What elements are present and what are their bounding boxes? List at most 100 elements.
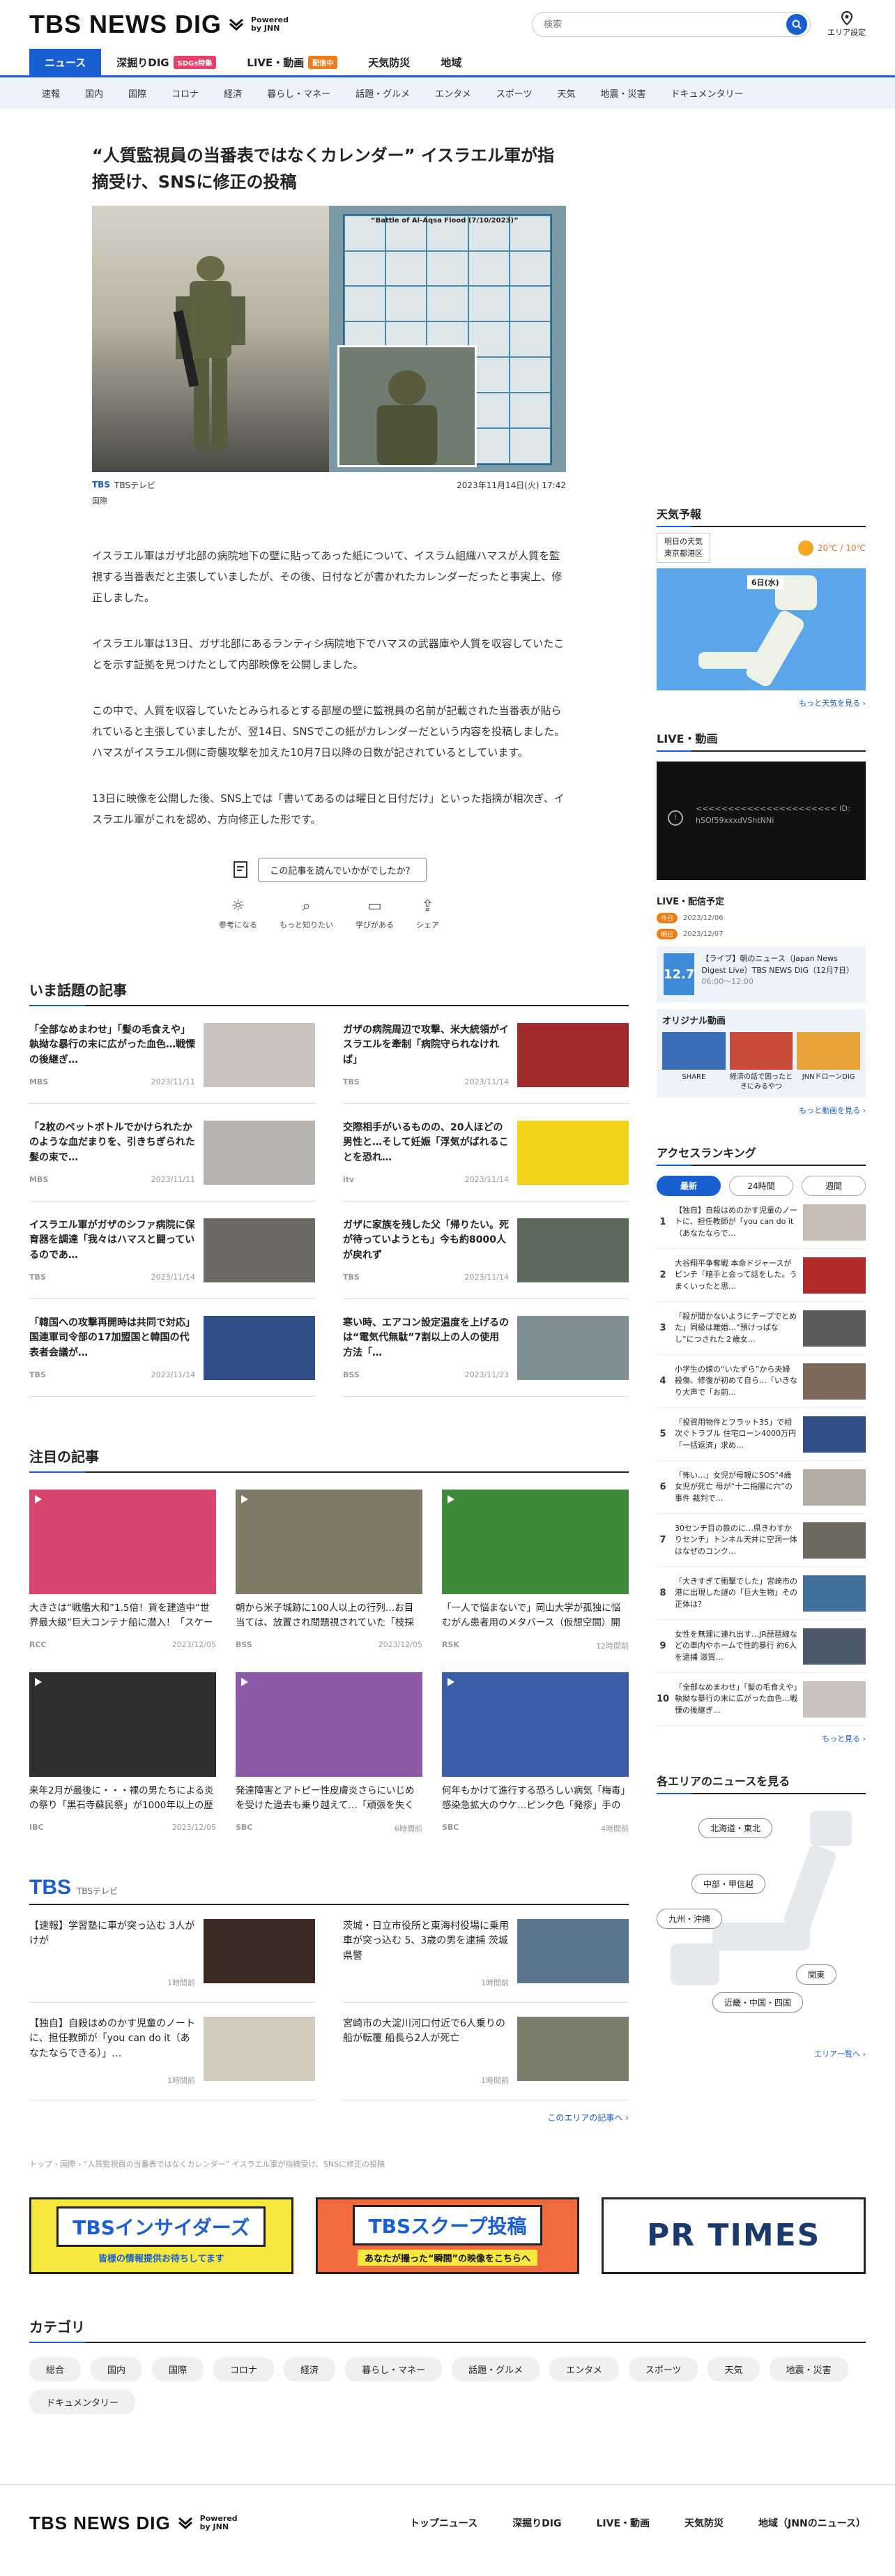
hot-article[interactable]: 「2枚のペットボトルでかけられたかのような血だまりを、引きちぎられた髪の束で… … [29, 1104, 315, 1202]
gnav-region[interactable]: 地域 [425, 49, 477, 75]
video-player[interactable]: ! <<<<<<<<<<<<<<<<<<<<<< ID: hSOf59xxxdV… [657, 762, 866, 880]
tbs-article[interactable]: 【速報】学習塾に車が突っ込む 3人がけが 1時間前 [29, 1905, 315, 2003]
feedback-more[interactable]: ⌕ もっと知りたい [280, 897, 333, 930]
gnav-weather[interactable]: 天気防災 [353, 49, 425, 75]
hot-article[interactable]: 「全部なめまわせ」「髪の毛食えや」執拗な暴行の末に広がった血色…戦慄の後継ぎ… … [29, 1006, 315, 1104]
featured-card[interactable]: 来年2月が最後に・・・裸の男たちによる炎の祭り「黒石寺蘇民祭」が1000年以上の… [29, 1672, 216, 1834]
prtimes-banner[interactable]: PR TIMES [602, 2197, 866, 2274]
feedback-helpful[interactable]: ☼ 参考になる [219, 897, 257, 930]
tbs-more-link[interactable]: このエリアの記事へ › [29, 2112, 629, 2123]
area-kanto[interactable]: 関東 [796, 1964, 837, 1985]
area-map: 北海道・東北 中部・甲信越 九州・沖縄 関東 近畿・中国・四国 [657, 1804, 866, 2041]
weather-area[interactable]: 明日の天気 東京都港区 [657, 533, 710, 563]
subnav-item[interactable]: 天気 [544, 86, 588, 100]
ranking-item[interactable]: 1 【独自】自殺はめのかす児童のノートに、担任教師が「you can do it… [657, 1196, 866, 1249]
ranking-item[interactable]: 4 小学生の娘の“いたずら”から夫婦殺傷、修復が初めて自ら…「いきなり大声で「お… [657, 1355, 866, 1408]
category-chip[interactable]: 国内 [91, 2356, 143, 2381]
subnav-item[interactable]: 話題・グルメ [343, 86, 422, 100]
subnav-item[interactable]: スポーツ [484, 86, 545, 100]
category-chip[interactable]: 地震・災害 [769, 2356, 848, 2381]
area-setting-button[interactable]: エリア設定 [827, 11, 866, 38]
ranking-item[interactable]: 2 大谷翔平争奪戦 本命ドジャースがピンチ「暗手と会って話をした。うまくいったと… [657, 1249, 866, 1302]
ranking-item[interactable]: 6 「怖い…」女児が母親にSOS“4歳女児が死亡 母が“十二指腸に穴”の事件 裁… [657, 1461, 866, 1514]
original-video[interactable]: 経済の話で困ったときにみるやつ [729, 1032, 793, 1092]
ranking-item[interactable]: 9 女性を無理に連れ出す…JR琵琶線などの車内やホームで性的暴行 約6人を逮捕 … [657, 1620, 866, 1673]
search-button[interactable] [786, 14, 807, 35]
area-hokkaido-tohoku[interactable]: 北海道・東北 [698, 1818, 773, 1838]
original-video[interactable]: SHARE [662, 1032, 726, 1092]
ranking-item[interactable]: 7 30センチ目の鉄のに…県きわすかりセンチ」トンネル天井に空洞一体はなぜのコン… [657, 1514, 866, 1567]
rank-thumbnail [803, 1257, 866, 1294]
subnav-item[interactable]: エンタメ [422, 86, 484, 100]
featured-card[interactable]: 朝から米子城跡に100人以上の行列…お目当ては、放置され問題視されていた「枝採木… [236, 1489, 422, 1651]
category-chip[interactable]: 経済 [284, 2356, 336, 2381]
category-chip[interactable]: エンタメ [549, 2356, 619, 2381]
featured-card[interactable]: 何年もかけて進行する恐ろしい病気「梅毒」感染急拡大のウケ…ピンク色「発疹」手のひ… [442, 1672, 629, 1834]
article-genre[interactable]: 国際 [92, 495, 566, 506]
subnav-item[interactable]: 速報 [29, 86, 72, 100]
subnav-item[interactable]: 国内 [72, 86, 116, 100]
weather-map[interactable]: 6日(水) [657, 568, 866, 690]
subnav-item[interactable]: 暮らし・マネー [254, 86, 343, 100]
category-chip[interactable]: スポーツ [628, 2356, 698, 2381]
tbs-article[interactable]: 茨城・日立市役所と東海村役場に乗用車が突っ込む 5、3歳の男を逮捕 茨城県警 1… [343, 1905, 629, 2003]
ranking-item[interactable]: 8 「大きすぎて衝撃でした」宮崎市の港に出現した謎の「巨大生物」その正体は？ [657, 1567, 866, 1620]
featured-card[interactable]: 大きさは“戦艦大和”1.5倍！貨を建造中“世界最大級”巨大コンテナ船に潜入！「ス… [29, 1489, 216, 1651]
area-kyushu[interactable]: 九州・沖縄 [657, 1909, 723, 1929]
gnav-news[interactable]: ニュース [29, 49, 102, 75]
footer-nav-item[interactable]: LIVE・動画 [597, 2516, 650, 2530]
gnav-deep-dig[interactable]: 深掘りDIG SDGs特集 [101, 49, 231, 75]
footer-nav-item[interactable]: トップニュース [410, 2516, 477, 2530]
featured-card[interactable]: 「一人で悩まないで」岡山大学が孤独に悩むがん患者用のメタバース（仮想空間）開発 … [442, 1489, 629, 1651]
book-icon: ▭ [367, 897, 382, 915]
category-chip[interactable]: 天気 [707, 2356, 760, 2381]
site-logo[interactable]: TBS NEWS DIG Powered by JNN [29, 10, 289, 39]
ranking-item[interactable]: 5 「投資用物件とフラット35」で相次ぐトラブル 住宅ローン4000万円「一括返… [657, 1408, 866, 1461]
footer-logo[interactable]: TBS NEWS DIG Powered by JNN [29, 2513, 238, 2534]
rank-tab-weekly[interactable]: 週間 [802, 1176, 866, 1196]
footer-nav-item[interactable]: 深掘りDIG [512, 2516, 561, 2530]
insiders-banner[interactable]: TBSインサイダーズ 皆様の情報提供お待ちしてます [29, 2197, 293, 2274]
tbs-article[interactable]: 宮崎市の大淀川河口付近で6人乗りの船が転覆 船長ら2人が死亡 1時間前 [343, 2003, 629, 2100]
category-chip[interactable]: 総合 [29, 2356, 82, 2381]
area-more-link[interactable]: エリア一覧へ › [657, 2048, 866, 2059]
subnav-item[interactable]: 国際 [116, 86, 159, 100]
hot-article[interactable]: 寒い時、エアコン設定温度を上げるのは“電気代無駄”7割以上の人の使用方法「… B… [343, 1299, 629, 1397]
category-chip[interactable]: ドキュメンタリー [29, 2389, 136, 2414]
hot-article[interactable]: 交際相手がいるものの、20人ほどの男性と…そして妊娠「浮気がばれることを恐れ… … [343, 1104, 629, 1202]
footer-nav-item[interactable]: 地域（JNNのニュース） [758, 2516, 866, 2530]
ranking-item[interactable]: 10 「全部なめまわせ」「髪の毛食えや」執拗な暴行の末に広がった血色…戦慄の後継… [657, 1673, 866, 1726]
subnav-item[interactable]: 地震・災害 [588, 86, 659, 100]
weather-more-link[interactable]: もっと天気を見る › [657, 697, 866, 709]
category-chip[interactable]: コロナ [213, 2356, 275, 2381]
featured-card[interactable]: 発達障害とアトピー性皮膚炎さらにいじめを受けた過去も乗り越えて…「頑張を失くした… [236, 1672, 422, 1834]
gnav-live[interactable]: LIVE・動画 配信中 [231, 49, 353, 75]
category-chip[interactable]: 暮らし・マネー [345, 2356, 443, 2381]
area-kinki[interactable]: 近畿・中国・四国 [712, 1992, 804, 2013]
rank-tab-24h[interactable]: 24時間 [729, 1176, 793, 1196]
hot-article[interactable]: ガザの病院周辺で攻撃、米大統領がイスラエルを牽制「病院守られなければ」 TBS … [343, 1006, 629, 1104]
ranking-item[interactable]: 3 「殺が聞かないようにテープでとめた」同級は離婚…“預けっぱなし”につされた２… [657, 1302, 866, 1355]
hot-article[interactable]: イスラエル軍がガザのシファ病院に保育器を調達「我々はハマスと闘っているのであ… … [29, 1202, 315, 1299]
area-chubu[interactable]: 中部・甲信越 [691, 1874, 766, 1894]
hot-article[interactable]: ガザに家族を残した父「帰りたい。死が待っていようとも」今も約8000人が戻れず … [343, 1202, 629, 1299]
ranking-more-link[interactable]: もっと見る › [657, 1733, 866, 1744]
footer-nav-item[interactable]: 天気防災 [684, 2516, 724, 2530]
category-chip[interactable]: 国際 [152, 2356, 204, 2381]
article-thumbnail [517, 1918, 629, 1983]
search-input[interactable] [544, 19, 786, 30]
hot-article[interactable]: 「韓国への攻撃再開時は共同で対応」国連軍司令部の17加盟国と韓国の代表者会議が…… [29, 1299, 315, 1397]
video-more-link[interactable]: もっと動画を見る › [657, 1105, 866, 1116]
rank-tab-latest[interactable]: 最新 [657, 1176, 721, 1196]
subnav-item[interactable]: 経済 [211, 86, 254, 100]
tbs-article[interactable]: 【独自】自殺はめのかす児童のノートに、担任教師が「you can do it（あ… [29, 2003, 315, 2100]
category-chip[interactable]: 話題・グルメ [452, 2356, 540, 2381]
subnav-item[interactable]: コロナ [159, 86, 211, 100]
subnav-item[interactable]: ドキュメンタリー [659, 86, 756, 100]
original-video[interactable]: JNNドローンDIG [797, 1032, 860, 1092]
featured-title: 発達障害とアトピー性皮膚炎さらにいじめを受けた過去も乗り越えて…「頑張を失くした… [236, 1785, 415, 1812]
live-program-card[interactable]: 12.7 【ライブ】朝のニュース（Japan News Digest Live）… [657, 946, 866, 1002]
share-button[interactable]: ⇪ シェア [416, 897, 439, 930]
scoop-banner[interactable]: TBSスクープ投稿 あなたが撮った“瞬間”の映像をこちらへ [315, 2197, 580, 2274]
feedback-learn[interactable]: ▭ 学びがある [355, 897, 394, 930]
